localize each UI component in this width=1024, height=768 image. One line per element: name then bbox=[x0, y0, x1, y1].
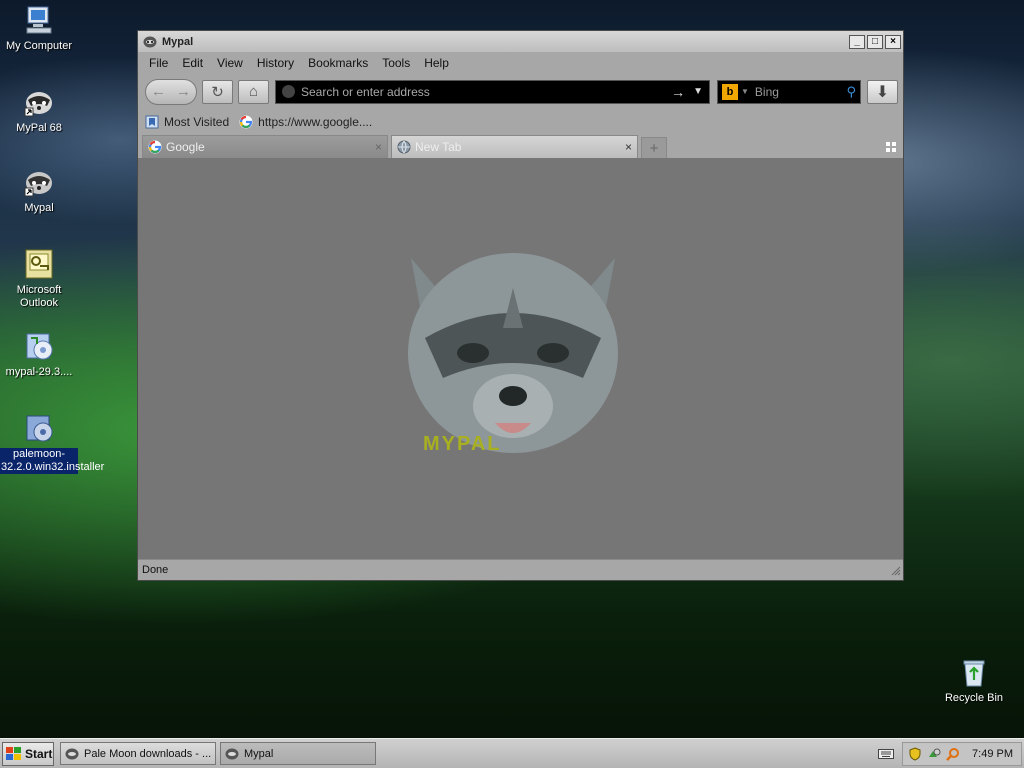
desktop-icon-mypal-installer[interactable]: mypal-29.3.... bbox=[0, 330, 78, 379]
resize-grip-icon[interactable] bbox=[889, 564, 901, 576]
bookmark-most-visited[interactable]: Most Visited bbox=[145, 115, 229, 129]
desktop-icon-mypal-68[interactable]: MyPal 68 bbox=[0, 86, 78, 135]
desktop-icon-recycle-bin[interactable]: Recycle Bin bbox=[935, 656, 1013, 705]
search-bar[interactable]: b ▼ ⚲ bbox=[717, 79, 861, 104]
outlook-icon bbox=[25, 249, 53, 279]
menu-bar: File Edit View History Bookmarks Tools H… bbox=[138, 52, 903, 73]
start-button[interactable]: Start bbox=[2, 741, 54, 766]
desktop-icon-label: MyPal 68 bbox=[16, 122, 62, 134]
desktop-icon-label: mypal-29.3.... bbox=[5, 366, 73, 378]
taskbar-button-pale-moon[interactable]: Pale Moon downloads - ... bbox=[60, 742, 216, 765]
menu-bookmarks[interactable]: Bookmarks bbox=[301, 56, 375, 70]
url-history-dropdown[interactable]: ▼ bbox=[693, 86, 703, 97]
desktop-icon-label: palemoon-32.2.0.win32.installer bbox=[0, 448, 105, 474]
title-bar[interactable]: Mypal _ □ × bbox=[138, 31, 903, 52]
maximize-button[interactable]: □ bbox=[867, 34, 883, 49]
address-bar[interactable]: → ▼ bbox=[275, 79, 710, 104]
clock[interactable]: 7:49 PM bbox=[972, 748, 1013, 760]
status-text: Done bbox=[142, 564, 169, 576]
tab-close-button[interactable]: × bbox=[375, 140, 382, 154]
taskbar: Start Pale Moon downloads - ... Mypal 7:… bbox=[0, 738, 1024, 768]
tab-google[interactable]: Google × bbox=[142, 135, 388, 158]
installer-icon bbox=[26, 333, 53, 360]
navigation-toolbar: ← → ↻ ⌂ → ▼ b ▼ ⚲ ⬇ bbox=[138, 73, 903, 110]
page-content[interactable]: MYPAL bbox=[138, 158, 903, 559]
windows-logo-icon bbox=[6, 746, 21, 760]
search-icon[interactable]: ⚲ bbox=[846, 84, 856, 100]
raccoon-icon bbox=[65, 748, 79, 759]
search-input[interactable] bbox=[754, 84, 835, 99]
forward-button[interactable]: → bbox=[176, 83, 191, 100]
raccoon-icon bbox=[225, 748, 239, 759]
desktop-icon-label: Mypal bbox=[24, 202, 54, 214]
bookmarks-toolbar: Most Visited https://www.google.... bbox=[138, 110, 903, 133]
taskbar-button-label: Mypal bbox=[244, 747, 274, 760]
tab-groups-icon[interactable] bbox=[885, 141, 897, 153]
bookmark-icon bbox=[145, 115, 159, 128]
menu-tools[interactable]: Tools bbox=[375, 56, 417, 70]
tab-strip: Google × New Tab × + bbox=[138, 133, 903, 158]
system-tray: 7:49 PM bbox=[902, 741, 1022, 766]
security-shield-icon[interactable] bbox=[908, 746, 922, 761]
recycle-bin-icon bbox=[963, 660, 985, 687]
menu-edit[interactable]: Edit bbox=[175, 56, 210, 70]
mypal-logo-text: MYPAL bbox=[423, 433, 502, 455]
desktop-icon-palemoon-installer[interactable]: palemoon-32.2.0.win32.installer bbox=[0, 412, 105, 474]
tab-label: New Tab bbox=[415, 140, 462, 154]
url-input[interactable] bbox=[301, 84, 672, 99]
globe-icon bbox=[397, 140, 411, 154]
raccoon-icon bbox=[143, 36, 157, 47]
raccoon-icon bbox=[24, 92, 52, 117]
site-identity-icon[interactable] bbox=[282, 85, 295, 98]
menu-view[interactable]: View bbox=[210, 56, 250, 70]
desktop-icon-mypal[interactable]: Mypal bbox=[0, 166, 78, 215]
home-button[interactable]: ⌂ bbox=[238, 79, 269, 104]
menu-file[interactable]: File bbox=[142, 56, 175, 70]
minimize-button[interactable]: _ bbox=[849, 34, 865, 49]
menu-history[interactable]: History bbox=[250, 56, 301, 70]
desktop-icon-microsoft-outlook[interactable]: Microsoft Outlook bbox=[0, 248, 78, 310]
raccoon-icon bbox=[24, 172, 52, 197]
bookmark-label: Most Visited bbox=[164, 114, 230, 129]
close-button[interactable]: × bbox=[885, 34, 901, 49]
taskbar-button-mypal[interactable]: Mypal bbox=[220, 742, 376, 765]
menu-help[interactable]: Help bbox=[417, 56, 456, 70]
search-engine-dropdown[interactable]: ▼ bbox=[741, 87, 749, 96]
new-tab-button[interactable]: + bbox=[641, 137, 667, 158]
go-button[interactable]: → bbox=[671, 84, 685, 100]
bookmark-label: https://www.google.... bbox=[258, 114, 373, 129]
tab-label: Google bbox=[166, 140, 205, 154]
installer-icon bbox=[26, 415, 53, 442]
window-title: Mypal bbox=[162, 35, 194, 48]
back-button[interactable]: ← bbox=[151, 83, 166, 100]
desktop-icon-my-computer[interactable]: My Computer bbox=[0, 4, 78, 53]
desktop-icon-label: Recycle Bin bbox=[944, 692, 1004, 704]
tab-close-button[interactable]: × bbox=[625, 140, 632, 154]
desktop-icon-label: Microsoft Outlook bbox=[16, 284, 62, 309]
network-icon[interactable] bbox=[927, 747, 941, 761]
google-icon bbox=[148, 140, 162, 154]
taskbar-button-label: Pale Moon downloads - ... bbox=[84, 747, 212, 760]
start-label: Start bbox=[25, 746, 53, 761]
keyboard-icon[interactable] bbox=[878, 748, 894, 760]
bookmark-google[interactable]: https://www.google.... bbox=[239, 115, 372, 129]
browser-window[interactable]: Mypal _ □ × File Edit View History Bookm… bbox=[137, 30, 904, 581]
desktop-icon-label: My Computer bbox=[5, 40, 73, 52]
status-bar: Done bbox=[138, 559, 903, 580]
mypal-raccoon-logo: MYPAL bbox=[408, 253, 618, 455]
magnifier-icon[interactable] bbox=[946, 747, 960, 761]
tab-new-tab[interactable]: New Tab × bbox=[391, 135, 638, 158]
bing-icon[interactable]: b bbox=[722, 83, 738, 100]
reload-button[interactable]: ↻ bbox=[202, 79, 233, 104]
downloads-button[interactable]: ⬇ bbox=[867, 79, 898, 104]
computer-icon bbox=[26, 6, 52, 34]
google-icon bbox=[239, 115, 253, 128]
back-forward-group: ← → bbox=[145, 78, 197, 105]
